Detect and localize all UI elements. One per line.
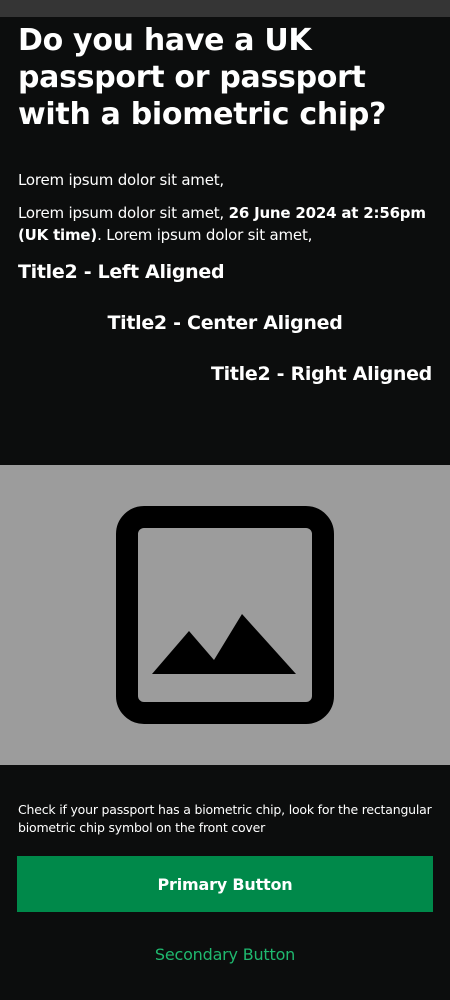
status-bar [0,0,450,17]
paragraph-2-start: Lorem ipsum dolor sit amet, [18,204,229,222]
main-content: Do you have a UK passport or passport wi… [18,17,432,386]
body-paragraph-2: Lorem ipsum dolor sit amet, 26 June 2024… [18,202,432,246]
image-panel [0,465,450,765]
body-paragraph-1: Lorem ipsum dolor sit amet, [18,171,224,189]
title2-right-aligned: Title2 - Right Aligned [210,363,432,385]
primary-button[interactable]: Primary Button [17,856,433,912]
paragraph-2-end: . Lorem ipsum dolor sit amet, [97,226,313,244]
title2-left-aligned: Title2 - Left Aligned [18,261,225,283]
image-placeholder-icon [116,506,334,724]
page-title: Do you have a UK passport or passport wi… [18,23,387,132]
secondary-button[interactable]: Secondary Button [17,934,433,974]
helper-text: Check if your passport has a biometric c… [18,802,432,835]
title2-center-aligned: Title2 - Center Aligned [107,312,343,334]
